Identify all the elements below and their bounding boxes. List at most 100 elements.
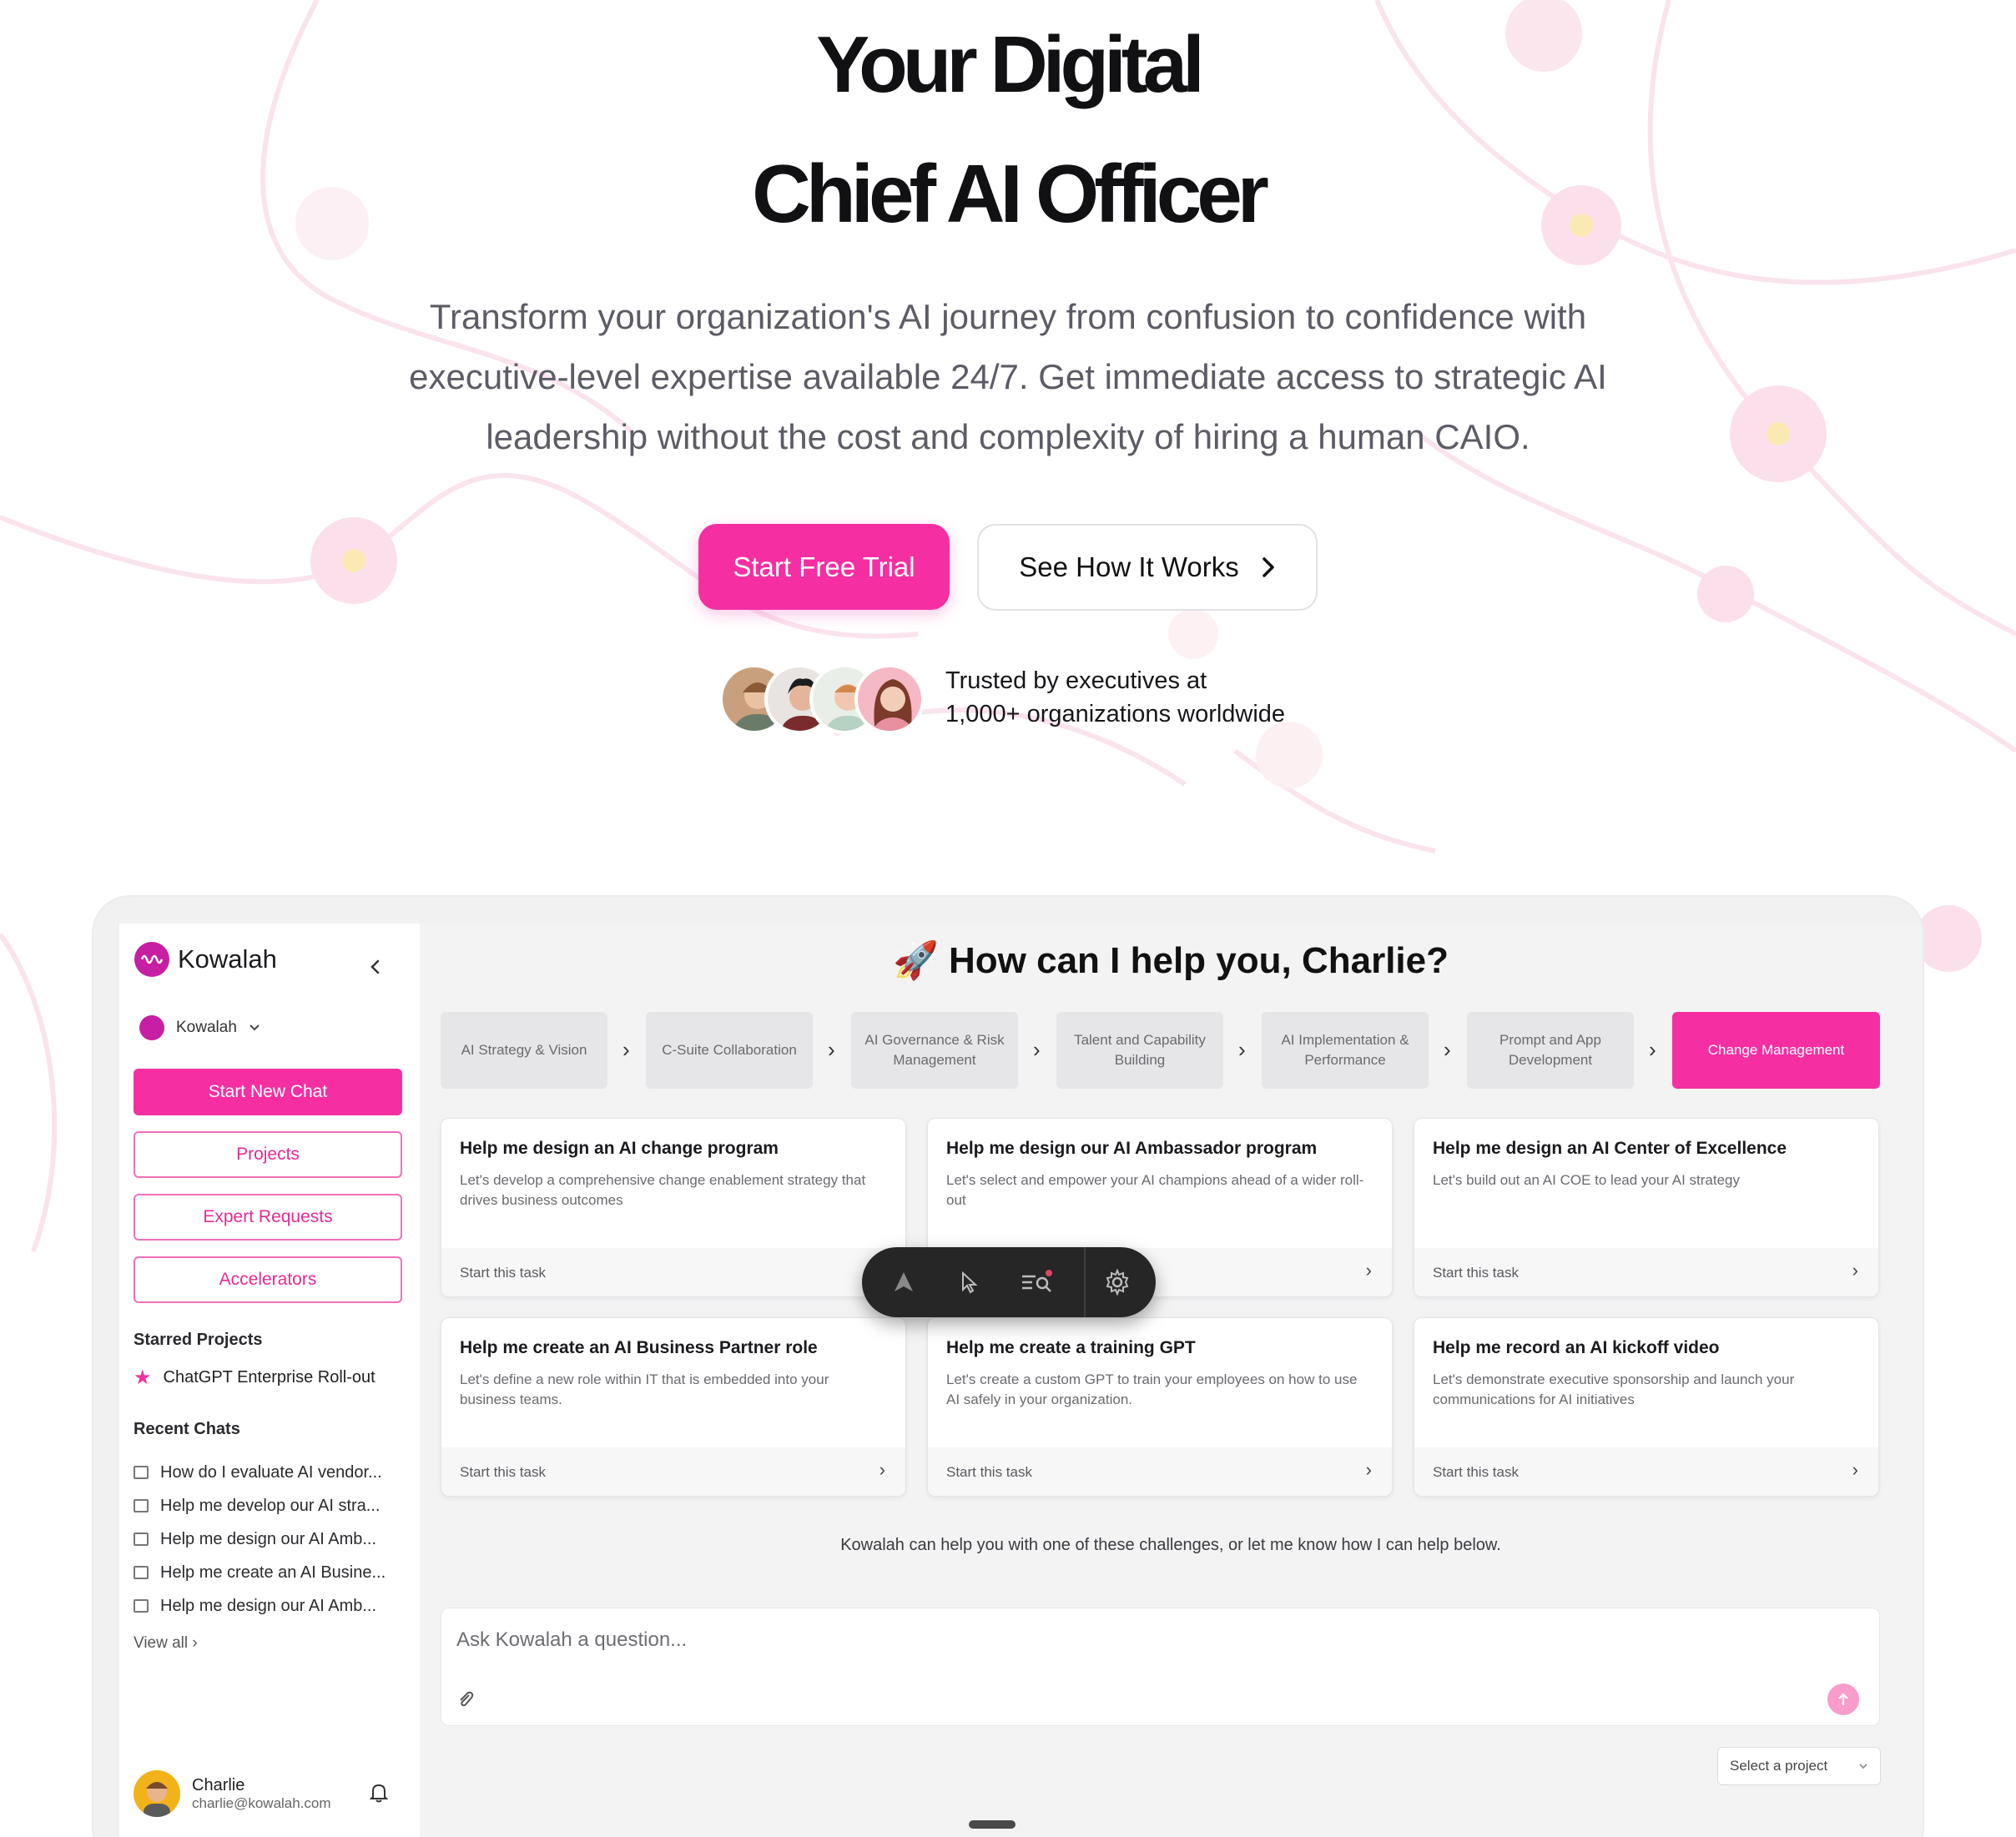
- start-task-link: Start this task: [460, 1265, 546, 1281]
- task-card[interactable]: Help me create an AI Business Partner ro…: [441, 1317, 906, 1497]
- workspace-selector[interactable]: Kowalah: [139, 1015, 260, 1040]
- search-list-button[interactable]: [1021, 1266, 1054, 1299]
- user-profile[interactable]: Charlie charlie@kowalah.com: [134, 1770, 331, 1817]
- tab-c-suite-collaboration[interactable]: C-Suite Collaboration: [646, 1012, 813, 1089]
- recent-chat-item[interactable]: Help me design our AI Amb...: [134, 1589, 386, 1623]
- recent-chats-heading: Recent Chats: [134, 1420, 240, 1438]
- hero-title-line1: Your Digital: [816, 20, 1205, 109]
- sidebar: Kowalah Kowalah Start New Chat Projects …: [119, 924, 420, 1837]
- see-how-it-works-button[interactable]: See How It Works: [977, 524, 1318, 611]
- recent-chat-label: Help me design our AI Amb...: [160, 1529, 377, 1548]
- chat-icon: [134, 1533, 149, 1546]
- task-card[interactable]: Help me create a training GPT Let's crea…: [927, 1317, 1393, 1497]
- greeting-heading: 🚀 How can I help you, Charlie?: [893, 940, 1449, 981]
- view-all-label: View all: [134, 1634, 189, 1652]
- trust-statement: Trusted by executives at 1,000+ organiza…: [945, 664, 1285, 731]
- tab-prompt-app-development[interactable]: Prompt and App Development: [1467, 1012, 1634, 1089]
- chevron-right-icon: [1262, 557, 1274, 577]
- ask-input-placeholder: Ask Kowalah a question...: [456, 1628, 688, 1651]
- trust-line2: 1,000+ organizations worldwide: [945, 701, 1286, 727]
- task-card-footer[interactable]: Start this task ›: [1414, 1447, 1878, 1496]
- chevron-down-icon: [1859, 1764, 1867, 1769]
- chevron-right-icon: ›: [1238, 1037, 1246, 1062]
- accelerators-button[interactable]: Accelerators: [134, 1256, 402, 1303]
- attach-button[interactable]: [456, 1689, 475, 1714]
- starred-project-label: ChatGPT Enterprise Roll-out: [163, 1368, 375, 1387]
- send-arrow-icon: [1838, 1693, 1848, 1705]
- floating-toolbar: [862, 1247, 1156, 1317]
- start-task-link: Start this task: [1433, 1265, 1519, 1281]
- task-card[interactable]: Help me design an AI change program Let'…: [441, 1118, 906, 1297]
- expert-requests-button[interactable]: Expert Requests: [134, 1194, 402, 1241]
- cursor-icon: [962, 1271, 978, 1294]
- start-free-trial-button[interactable]: Start Free Trial: [698, 524, 950, 610]
- see-how-it-works-label: See How It Works: [1019, 551, 1239, 582]
- tab-change-management[interactable]: Change Management: [1672, 1012, 1880, 1089]
- task-card-title: Help me create an AI Business Partner ro…: [460, 1338, 818, 1357]
- hero-subtitle: Transform your organization's AI journey…: [409, 297, 1607, 456]
- task-card-title: Help me record an AI kickoff video: [1433, 1338, 1720, 1357]
- recent-chat-label: Help me create an AI Busine...: [160, 1563, 386, 1582]
- chevron-right-icon: ›: [1852, 1459, 1858, 1480]
- user-email: charlie@kowalah.com: [192, 1794, 331, 1811]
- gear-icon: [1106, 1269, 1129, 1296]
- recent-chat-item[interactable]: Help me design our AI Amb...: [134, 1522, 386, 1556]
- brand-icon: [134, 942, 169, 977]
- search-list-icon: [1022, 1270, 1052, 1292]
- chevron-right-icon: ›: [1365, 1459, 1372, 1480]
- start-task-link: Start this task: [460, 1464, 546, 1480]
- chevron-right-icon: ›: [1649, 1037, 1656, 1062]
- notifications-button[interactable]: [369, 1783, 389, 1809]
- settings-button[interactable]: [1101, 1266, 1134, 1299]
- task-card-title: Help me design our AI Ambassador program: [946, 1139, 1318, 1158]
- send-button[interactable]: [1827, 1683, 1859, 1715]
- tab-talent-capability[interactable]: Talent and Capability Building: [1056, 1012, 1223, 1089]
- chevron-right-icon: ›: [1365, 1260, 1372, 1281]
- project-select[interactable]: Select a project: [1717, 1747, 1881, 1785]
- start-task-link: Start this task: [946, 1464, 1032, 1480]
- task-card-title: Help me design an AI Center of Excellenc…: [1433, 1139, 1787, 1158]
- start-new-chat-button[interactable]: Start New Chat: [134, 1069, 402, 1115]
- task-card-description: Let's build out an AI COE to lead your A…: [1433, 1172, 1741, 1188]
- recent-chat-item[interactable]: How do I evaluate AI vendor...: [134, 1456, 386, 1489]
- recent-chat-label: Help me design our AI Amb...: [160, 1596, 377, 1615]
- chevron-right-icon: ›: [1852, 1260, 1858, 1281]
- toolbar-divider: [1084, 1247, 1086, 1317]
- brand-logo[interactable]: Kowalah: [134, 942, 277, 977]
- recent-chat-item[interactable]: Help me develop our AI stra...: [134, 1489, 386, 1522]
- recent-chat-label: How do I evaluate AI vendor...: [160, 1462, 382, 1482]
- chevron-right-icon: ›: [1033, 1037, 1041, 1062]
- project-select-value: Select a project: [1730, 1758, 1828, 1774]
- paperclip-icon: [460, 1691, 474, 1707]
- task-card-footer[interactable]: Start this task ›: [441, 1447, 905, 1496]
- scroll-handle[interactable]: [969, 1820, 1016, 1829]
- task-card-description: Let's create a custom GPT to train your …: [946, 1371, 1358, 1407]
- task-card-footer[interactable]: Start this task: [441, 1248, 905, 1296]
- task-card-footer[interactable]: Start this task ›: [1414, 1248, 1878, 1296]
- select-button[interactable]: [954, 1266, 987, 1299]
- task-card[interactable]: Help me design an AI Center of Excellenc…: [1414, 1118, 1879, 1297]
- task-card-description: Let's define a new role within IT that i…: [460, 1371, 829, 1407]
- annotate-button[interactable]: [887, 1266, 920, 1299]
- recent-chat-item[interactable]: Help me create an AI Busine...: [134, 1556, 386, 1589]
- task-card[interactable]: Help me record an AI kickoff video Let's…: [1414, 1317, 1879, 1497]
- tab-ai-implementation[interactable]: AI Implementation & Performance: [1262, 1012, 1429, 1089]
- bell-icon: [369, 1784, 389, 1803]
- chevron-right-icon: ›: [622, 1037, 630, 1062]
- task-card-footer[interactable]: Start this task ›: [928, 1447, 1392, 1496]
- starred-project-item[interactable]: ★ ChatGPT Enterprise Roll-out: [134, 1366, 375, 1390]
- task-card-description: Let's demonstrate executive sponsorship …: [1433, 1371, 1795, 1407]
- projects-button[interactable]: Projects: [134, 1131, 402, 1178]
- star-icon: ★: [134, 1366, 152, 1389]
- task-card-title: Help me create a training GPT: [946, 1338, 1196, 1357]
- recent-chats-list: How do I evaluate AI vendor... Help me d…: [134, 1456, 386, 1623]
- task-card-title: Help me design an AI change program: [460, 1139, 779, 1158]
- tab-ai-strategy-vision[interactable]: AI Strategy & Vision: [441, 1012, 607, 1089]
- view-all-link[interactable]: View all ›: [134, 1634, 198, 1653]
- ask-input-box[interactable]: Ask Kowalah a question...: [441, 1608, 1880, 1726]
- trusted-avatars-group: [719, 664, 928, 736]
- chevron-right-icon: ›: [828, 1037, 835, 1062]
- collapse-sidebar-button[interactable]: [370, 955, 381, 981]
- chat-icon: [134, 1499, 149, 1512]
- tab-ai-governance-risk[interactable]: AI Governance & Risk Management: [851, 1012, 1018, 1089]
